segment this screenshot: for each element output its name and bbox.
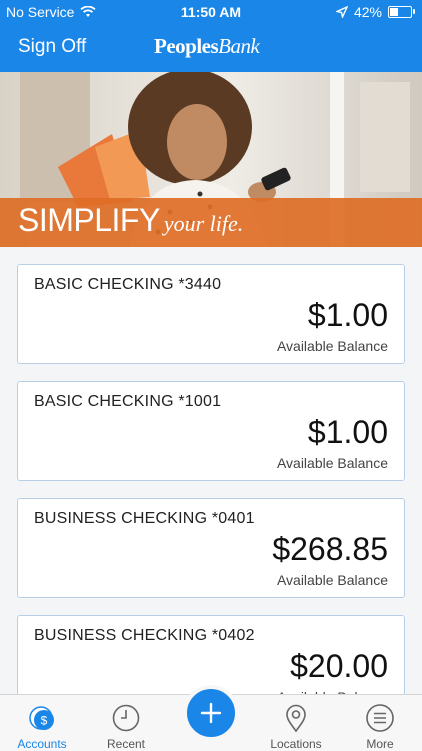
- available-balance-label: Available Balance: [276, 338, 388, 354]
- promo-banner[interactable]: SIMPLIFY your life.: [0, 72, 422, 247]
- account-card[interactable]: BASIC CHECKING *3440 $1.00 Available Bal…: [17, 264, 405, 364]
- account-list: BASIC CHECKING *3440 $1.00 Available Bal…: [17, 264, 405, 732]
- plus-icon: [200, 702, 222, 724]
- account-card[interactable]: BASIC CHECKING *1001 $1.00 Available Bal…: [17, 381, 405, 481]
- banner-headline: SIMPLIFY: [18, 202, 160, 238]
- account-name: BASIC CHECKING *3440: [34, 276, 222, 293]
- sign-off-button[interactable]: Sign Off: [18, 36, 86, 58]
- account-balance: $1.00: [307, 414, 388, 450]
- tab-recent[interactable]: Recent: [84, 695, 168, 751]
- tab-more[interactable]: More: [338, 695, 422, 751]
- status-bar: No Service 11:50 AM 42%: [0, 0, 422, 24]
- account-name: BASIC CHECKING *1001: [34, 393, 222, 410]
- clock-icon: [112, 704, 140, 732]
- account-name: BUSINESS CHECKING *0402: [34, 627, 255, 644]
- app-header: Sign Off PeoplesBank: [0, 24, 422, 72]
- banner-tagline: your life.: [163, 211, 244, 236]
- banner-slogan: SIMPLIFY your life.: [18, 202, 243, 239]
- accounts-icon: $: [29, 706, 54, 730]
- menu-icon: [366, 704, 394, 732]
- available-balance-label: Available Balance: [276, 572, 388, 588]
- account-balance: $1.00: [307, 297, 388, 333]
- peoples-bank-logo: PeoplesBank: [154, 34, 260, 58]
- available-balance-label: Available Balance: [276, 455, 388, 471]
- account-balance: $20.00: [290, 648, 388, 684]
- location-arrow-icon: [335, 6, 348, 18]
- account-balance: $268.85: [272, 531, 388, 567]
- location-pin-icon: [286, 704, 306, 733]
- svg-text:$: $: [41, 714, 48, 728]
- tab-accounts[interactable]: $ Accounts: [0, 695, 84, 751]
- battery-icon: [388, 6, 415, 18]
- tab-locations[interactable]: Locations: [254, 695, 338, 751]
- account-name: BUSINESS CHECKING *0401: [34, 510, 255, 527]
- add-button[interactable]: [183, 685, 239, 741]
- account-card[interactable]: BUSINESS CHECKING *0401 $268.85 Availabl…: [17, 498, 405, 598]
- battery-percent: 42%: [353, 4, 382, 20]
